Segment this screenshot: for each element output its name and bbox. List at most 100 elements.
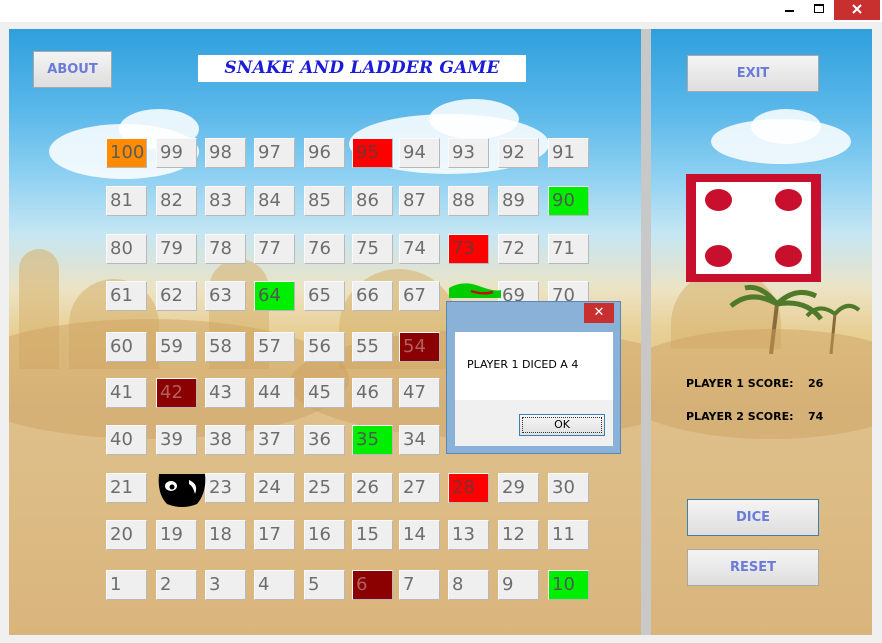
dice-face (686, 174, 821, 282)
board-cell-55: 55 (352, 332, 393, 362)
board-cell-16: 16 (304, 520, 345, 550)
board-cell-15: 15 (352, 520, 393, 550)
board-cell-9: 9 (498, 570, 539, 600)
board-cell-77: 77 (254, 234, 295, 264)
board-cell-92: 92 (498, 138, 539, 168)
board-cell-90: 90 (548, 186, 589, 216)
board-cell-88: 88 (448, 186, 489, 216)
board-cell-72: 72 (498, 234, 539, 264)
board-cell-54: 54 (399, 332, 440, 362)
snake-head-icon (449, 283, 501, 298)
board-cell-46: 46 (352, 378, 393, 408)
board-cell-100: 100 (106, 138, 147, 168)
message-dialog: ✕ PLAYER 1 DICED A 4 OK (446, 301, 621, 454)
board-cell-81: 81 (106, 186, 147, 216)
player-token-icon (158, 474, 206, 507)
minimize-icon (785, 10, 794, 12)
dice-pip (705, 245, 732, 267)
board-cell-17: 17 (254, 520, 295, 550)
player2-score-value: 74 (808, 410, 824, 423)
board-cell-65: 65 (304, 281, 345, 311)
board-cell-25: 25 (304, 473, 345, 503)
board-cell-89: 89 (498, 186, 539, 216)
dialog-body: PLAYER 1 DICED A 4 (455, 332, 613, 400)
board-cell-99: 99 (156, 138, 197, 168)
board-cell-96: 96 (304, 138, 345, 168)
ok-button[interactable]: OK (519, 414, 605, 436)
game-window: ABOUT SNAKE AND LADDER GAME EXIT 100 99 98… (0, 0, 882, 643)
board-cell-45: 45 (304, 378, 345, 408)
minimize-button[interactable] (776, 0, 804, 20)
board-cell-8: 8 (448, 570, 489, 600)
dialog-message: PLAYER 1 DICED A 4 (467, 358, 579, 371)
board-cell-64: 64 (254, 281, 295, 311)
about-button[interactable]: ABOUT (33, 51, 112, 88)
board-cell-67: 67 (399, 281, 440, 311)
board-cell-39: 39 (156, 425, 197, 455)
board-cell-4: 4 (254, 570, 295, 600)
close-icon (852, 4, 862, 14)
dice-pip (775, 189, 802, 211)
board-cell-59: 59 (156, 332, 197, 362)
maximize-icon (814, 4, 824, 13)
player1-score-value: 26 (808, 377, 824, 390)
board-cell-21: 21 (106, 473, 147, 503)
dialog-close-button[interactable]: ✕ (584, 303, 614, 323)
player2-score-label: PLAYER 2 SCORE: (686, 410, 794, 423)
window-titlebar (0, 0, 882, 22)
board-cell-60: 60 (106, 332, 147, 362)
board-cell-23: 23 (205, 473, 246, 503)
reset-button[interactable]: RESET (687, 549, 819, 586)
board-cell-37: 37 (254, 425, 295, 455)
board-cell-13: 13 (448, 520, 489, 550)
board-cell-36: 36 (304, 425, 345, 455)
board-cell-62: 62 (156, 281, 197, 311)
maximize-button[interactable] (806, 0, 832, 20)
board-cell-5: 5 (304, 570, 345, 600)
board-cell-6: 6 (352, 570, 393, 600)
board-cell-83: 83 (205, 186, 246, 216)
board-cell-94: 94 (399, 138, 440, 168)
board-cell-57: 57 (254, 332, 295, 362)
board-cell-85: 85 (304, 186, 345, 216)
dice-button[interactable]: DICE (687, 499, 819, 536)
board-cell-76: 76 (304, 234, 345, 264)
cloud-decoration (429, 99, 519, 139)
board-cell-12: 12 (498, 520, 539, 550)
board-cell-95: 95 (352, 138, 393, 168)
board-cell-66: 66 (352, 281, 393, 311)
board-cell-98: 98 (205, 138, 246, 168)
exit-button[interactable]: EXIT (687, 55, 819, 92)
board-cell-38: 38 (205, 425, 246, 455)
board-cell-78: 78 (205, 234, 246, 264)
dice-inner (696, 182, 811, 274)
board-cell-97: 97 (254, 138, 295, 168)
board-cell-19: 19 (156, 520, 197, 550)
panel-divider (641, 29, 651, 635)
board-cell-63: 63 (205, 281, 246, 311)
board-cell-61: 61 (106, 281, 147, 311)
board-cell-87: 87 (399, 186, 440, 216)
board-cell-24: 24 (254, 473, 295, 503)
board-cell-2: 2 (156, 570, 197, 600)
board-cell-20: 20 (106, 520, 147, 550)
board-cell-10: 10 (548, 570, 589, 600)
board-cell-1: 1 (106, 570, 147, 600)
dialog-footer: OK (455, 400, 613, 446)
board-cell-86: 86 (352, 186, 393, 216)
board-cell-30: 30 (548, 473, 589, 503)
board-cell-80: 80 (106, 234, 147, 264)
board-cell-91: 91 (548, 138, 589, 168)
control-panel (651, 29, 872, 635)
board-cell-28: 28 (448, 473, 489, 503)
close-button[interactable] (834, 0, 880, 20)
board-cell-40: 40 (106, 425, 147, 455)
board-cell-42: 42 (156, 378, 197, 408)
board-cell-74: 74 (399, 234, 440, 264)
board-cell-41: 41 (106, 378, 147, 408)
dice-pip (705, 189, 732, 211)
board-cell-14: 14 (399, 520, 440, 550)
board-cell-43: 43 (205, 378, 246, 408)
player1-score-label: PLAYER 1 SCORE: (686, 377, 794, 390)
board-cell-11: 11 (548, 520, 589, 550)
